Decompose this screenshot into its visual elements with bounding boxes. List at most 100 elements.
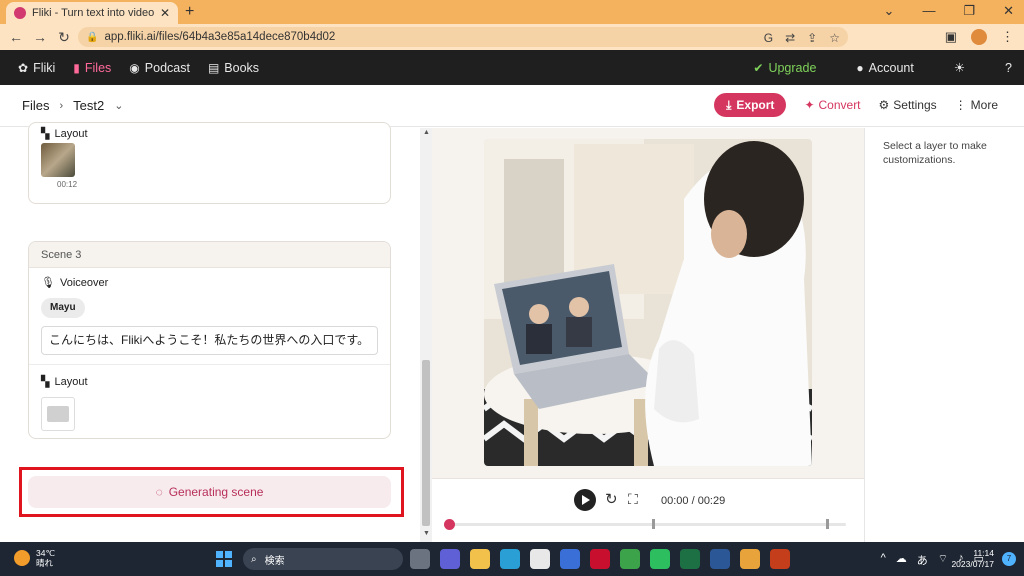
task-view-icon[interactable] [410, 549, 430, 569]
mcafee-icon[interactable] [590, 549, 610, 569]
tab-list-icon[interactable]: ⌄ [884, 3, 895, 19]
divider [29, 364, 390, 365]
preview-image[interactable] [484, 139, 812, 466]
bookmark-star-icon[interactable]: ☆ [829, 31, 840, 45]
excel-icon[interactable] [680, 549, 700, 569]
app-icon[interactable] [560, 549, 580, 569]
scrollbar-thumb[interactable] [422, 360, 430, 526]
url-bar[interactable]: 🔒 app.fliki.ai/files/64b4a3e85a14dece870… [78, 27, 848, 47]
browser-menu-icon[interactable]: ⋮ [1001, 29, 1014, 45]
teams-icon[interactable] [440, 549, 460, 569]
url-text[interactable]: app.fliki.ai/files/64b4a3e85a14dece870b4… [104, 31, 335, 43]
playback-time: 00:00 / 00:29 [661, 495, 726, 507]
settings-label: Settings [893, 98, 937, 112]
play-icon [582, 495, 590, 505]
upgrade-button[interactable]: ✔ Upgrade [753, 61, 816, 75]
store-icon[interactable] [530, 549, 550, 569]
sun-icon [14, 550, 30, 566]
fullscreen-icon[interactable]: ⛶ [628, 491, 638, 508]
weather-widget[interactable]: 34℃ 晴れ [14, 548, 55, 568]
google-icon[interactable]: G [764, 31, 773, 45]
maximize-icon[interactable]: ❐ [963, 3, 975, 19]
help-icon[interactable]: ? [1005, 61, 1012, 75]
share-icon[interactable]: ⇪ [807, 31, 817, 45]
more-vertical-icon: ⋮ [954, 98, 967, 112]
scene-list: ▚ Layout 00:12 Scene 3 🎙 Voiceover Mayu … [0, 122, 420, 542]
theme-toggle-icon[interactable]: ☀ [954, 60, 965, 75]
player-controls [432, 478, 864, 542]
lock-icon[interactable]: 🔒 [86, 32, 98, 43]
translate-icon[interactable]: ⇄ [785, 31, 795, 45]
evernote-icon[interactable] [650, 549, 670, 569]
playhead[interactable] [444, 519, 455, 530]
forward-icon[interactable]: → [28, 29, 52, 45]
account-label: Account [868, 60, 914, 75]
scroll-up-icon[interactable]: ▲ [423, 129, 430, 136]
nav-right: ✔ Upgrade ● Account ☀ ? [735, 50, 1012, 85]
voice-chip[interactable]: Mayu [41, 298, 85, 318]
layout-thumbnail[interactable] [41, 143, 75, 177]
export-label: Export [736, 98, 775, 112]
thumbnail-duration: 00:12 [57, 180, 78, 189]
chevron-down-icon[interactable]: ⌄ [114, 99, 123, 112]
book-icon: ▤ [207, 60, 220, 75]
layout-icon: ▚ [41, 376, 50, 388]
file-explorer-icon[interactable] [470, 549, 490, 569]
browser-tab[interactable]: Fliki - Turn text into videos with AI ✕ [6, 2, 178, 24]
more-button[interactable]: ⋮ More [955, 98, 998, 112]
profile-avatar[interactable] [971, 29, 987, 45]
ime-indicator[interactable]: あ [917, 552, 928, 568]
export-button[interactable]: ⤓ Export [714, 93, 787, 117]
tray-chevron-icon[interactable]: ^ [881, 552, 886, 568]
settings-button[interactable]: ⚙ Settings [879, 98, 937, 112]
powerpoint-icon[interactable] [770, 549, 790, 569]
nav-brand[interactable]: ✿ Fliki [18, 61, 55, 75]
more-label: More [970, 98, 998, 112]
fliki-favicon-icon [14, 7, 26, 19]
clock-date: 2023/07/17 [951, 559, 994, 569]
word-icon[interactable] [710, 549, 730, 569]
layout-header: ▚ Layout [41, 375, 88, 389]
scene-card-previous: ▚ Layout 00:12 [28, 122, 391, 204]
scene-marker[interactable] [652, 519, 655, 529]
user-icon: ● [856, 60, 864, 75]
account-button[interactable]: ● Account [856, 61, 913, 75]
start-icon[interactable] [216, 551, 232, 567]
scroll-down-icon[interactable]: ▼ [423, 530, 430, 537]
nav-files[interactable]: ▮ Files [73, 61, 111, 75]
edge-icon[interactable] [500, 549, 520, 569]
nav-podcast[interactable]: ◉ Podcast [129, 61, 190, 75]
reload-icon[interactable]: ↻ [52, 29, 76, 46]
convert-button[interactable]: ✦ Convert [804, 98, 860, 112]
replay-icon[interactable]: ↻ [605, 490, 618, 508]
tab-title: Fliki - Turn text into videos with AI [32, 7, 154, 19]
minimize-icon[interactable]: — [922, 3, 935, 19]
clock[interactable]: 11:14 2023/07/17 [951, 548, 994, 570]
file-icon: ▮ [73, 60, 80, 75]
sidepanel-icon[interactable]: ▣ [945, 29, 957, 45]
breadcrumb-files[interactable]: Files [22, 98, 49, 113]
back-icon[interactable]: ← [4, 29, 28, 45]
chrome-icon[interactable] [620, 549, 640, 569]
notification-badge-icon[interactable]: 7 [1002, 552, 1016, 566]
voiceover-label: Voiceover [59, 276, 109, 289]
microphone-icon: 🎙 [41, 277, 55, 289]
timeline-track[interactable] [449, 523, 846, 526]
omnibox-actions: G ⇄ ⇪ ☆ [764, 31, 840, 45]
nav-books[interactable]: ▤ Books [208, 61, 259, 75]
close-window-icon[interactable]: ✕ [1003, 3, 1014, 19]
podcast-icon: ◉ [129, 60, 140, 75]
temperature: 34℃ [36, 548, 56, 558]
breadcrumb-current[interactable]: Test2 [73, 98, 104, 113]
image-placeholder-icon[interactable] [41, 397, 75, 431]
generating-scene-button[interactable]: ◌ Generating scene [28, 476, 391, 508]
play-button[interactable] [574, 489, 596, 511]
scene-marker[interactable] [826, 519, 829, 529]
taskbar-search[interactable]: ⌕ 検索 [243, 548, 403, 570]
chrome-active-icon[interactable] [740, 549, 760, 569]
cloud-icon[interactable]: ☁ [896, 552, 907, 568]
new-tab-icon[interactable]: + [185, 3, 194, 21]
close-tab-icon[interactable]: ✕ [160, 6, 170, 20]
voiceover-text-field[interactable]: こんにちは、Flikiへようこそ！私たちの世界への入口です。 [41, 326, 378, 355]
wifi-icon[interactable]: ⌔ [938, 552, 948, 568]
